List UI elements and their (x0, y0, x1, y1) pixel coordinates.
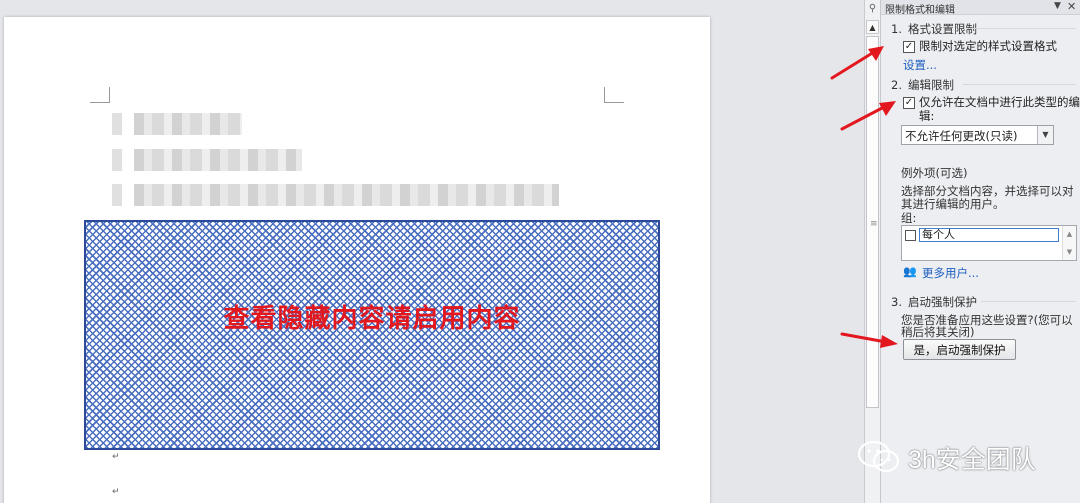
formatting-restriction-label[interactable]: 限制对选定的样式设置格式 (919, 38, 1057, 54)
group-everyone-item[interactable]: 每个人 (919, 228, 1059, 242)
editing-restriction-label[interactable]: 仅允许在文档中进行此类型的编 (919, 94, 1080, 110)
enable-content-notice: 查看隐藏内容请启用内容 (223, 304, 521, 334)
restrict-editing-panel: 限制格式和编辑 ▼ ✕ 1. 格式设置限制 ✓ 限制对选定的样式设置格式 设置..… (880, 0, 1080, 503)
start-enforcing-protection-button[interactable]: 是，启动强制保护 (903, 339, 1016, 360)
users-icon: 👥 (903, 265, 917, 278)
section-divider (969, 28, 1076, 29)
dropdown-triangle-icon[interactable]: ▼ (1054, 1, 1061, 11)
document-page[interactable]: 查看隐藏内容请启用内容 ↵ ↵ (4, 17, 710, 503)
section-title-formatting: 1. 格式设置限制 (891, 22, 977, 36)
section-divider (981, 301, 1076, 302)
section-title-editing: 2. 编辑限制 (891, 78, 954, 92)
annotation-arrow-icon (840, 101, 896, 131)
editing-type-select[interactable]: 不允许任何更改(只读) ▼ (901, 125, 1054, 145)
paragraph-mark: ↵ (112, 452, 120, 462)
annotation-arrow-icon (830, 46, 884, 80)
chevron-up-icon[interactable]: ▲ (1063, 228, 1076, 240)
groups-list[interactable]: 每个人 ▲ ▼ (901, 225, 1077, 261)
formatting-restriction-checkbox[interactable]: ✓ (903, 41, 915, 53)
formatting-settings-link[interactable]: 设置... (903, 57, 937, 73)
section-title-enforcement: 3. 启动强制保护 (891, 295, 977, 309)
groups-list-scrollbar[interactable]: ▲ ▼ (1062, 226, 1076, 260)
ruler-toggle-icon[interactable]: ⚲ (866, 2, 879, 15)
editing-type-value: 不允许任何更改(只读) (905, 129, 1018, 143)
watermark-text: 3h安全团队 (908, 446, 1036, 474)
paragraph-mark: ↵ (112, 487, 120, 497)
section-divider (963, 84, 1076, 85)
chevron-down-icon[interactable]: ▼ (1063, 246, 1076, 258)
exceptions-description-cont: 其进行编辑的用户。 (901, 197, 1005, 211)
group-everyone-checkbox[interactable] (905, 230, 916, 241)
close-icon[interactable]: ✕ (1067, 0, 1076, 13)
more-users-link[interactable]: 更多用户... (922, 265, 979, 281)
editing-restriction-label-cont[interactable]: 辑: (919, 108, 934, 124)
hidden-content-box: 查看隐藏内容请启用内容 (84, 220, 660, 450)
scroll-thumb[interactable]: ≡ (866, 36, 879, 408)
groups-label: 组: (901, 211, 917, 225)
chevron-down-icon[interactable]: ▼ (1037, 126, 1053, 144)
panel-title: 限制格式和编辑 (885, 5, 955, 16)
panel-header: 限制格式和编辑 ▼ ✕ (881, 0, 1080, 16)
margin-corner-top-right (604, 87, 624, 103)
scroll-up-button[interactable]: ▲ (866, 20, 879, 34)
wechat-logo-icon (857, 440, 900, 473)
editing-restriction-checkbox[interactable]: ✓ (903, 97, 915, 109)
document-area: 查看隐藏内容请启用内容 ↵ ↵ (0, 0, 864, 503)
margin-corner-top-left (90, 87, 110, 103)
exceptions-title: 例外项(可选) (901, 166, 968, 180)
enforcement-description-cont: 稍后将其关闭) (901, 325, 975, 339)
grip-icon: ≡ (870, 219, 878, 229)
annotation-arrow-icon (840, 332, 898, 348)
